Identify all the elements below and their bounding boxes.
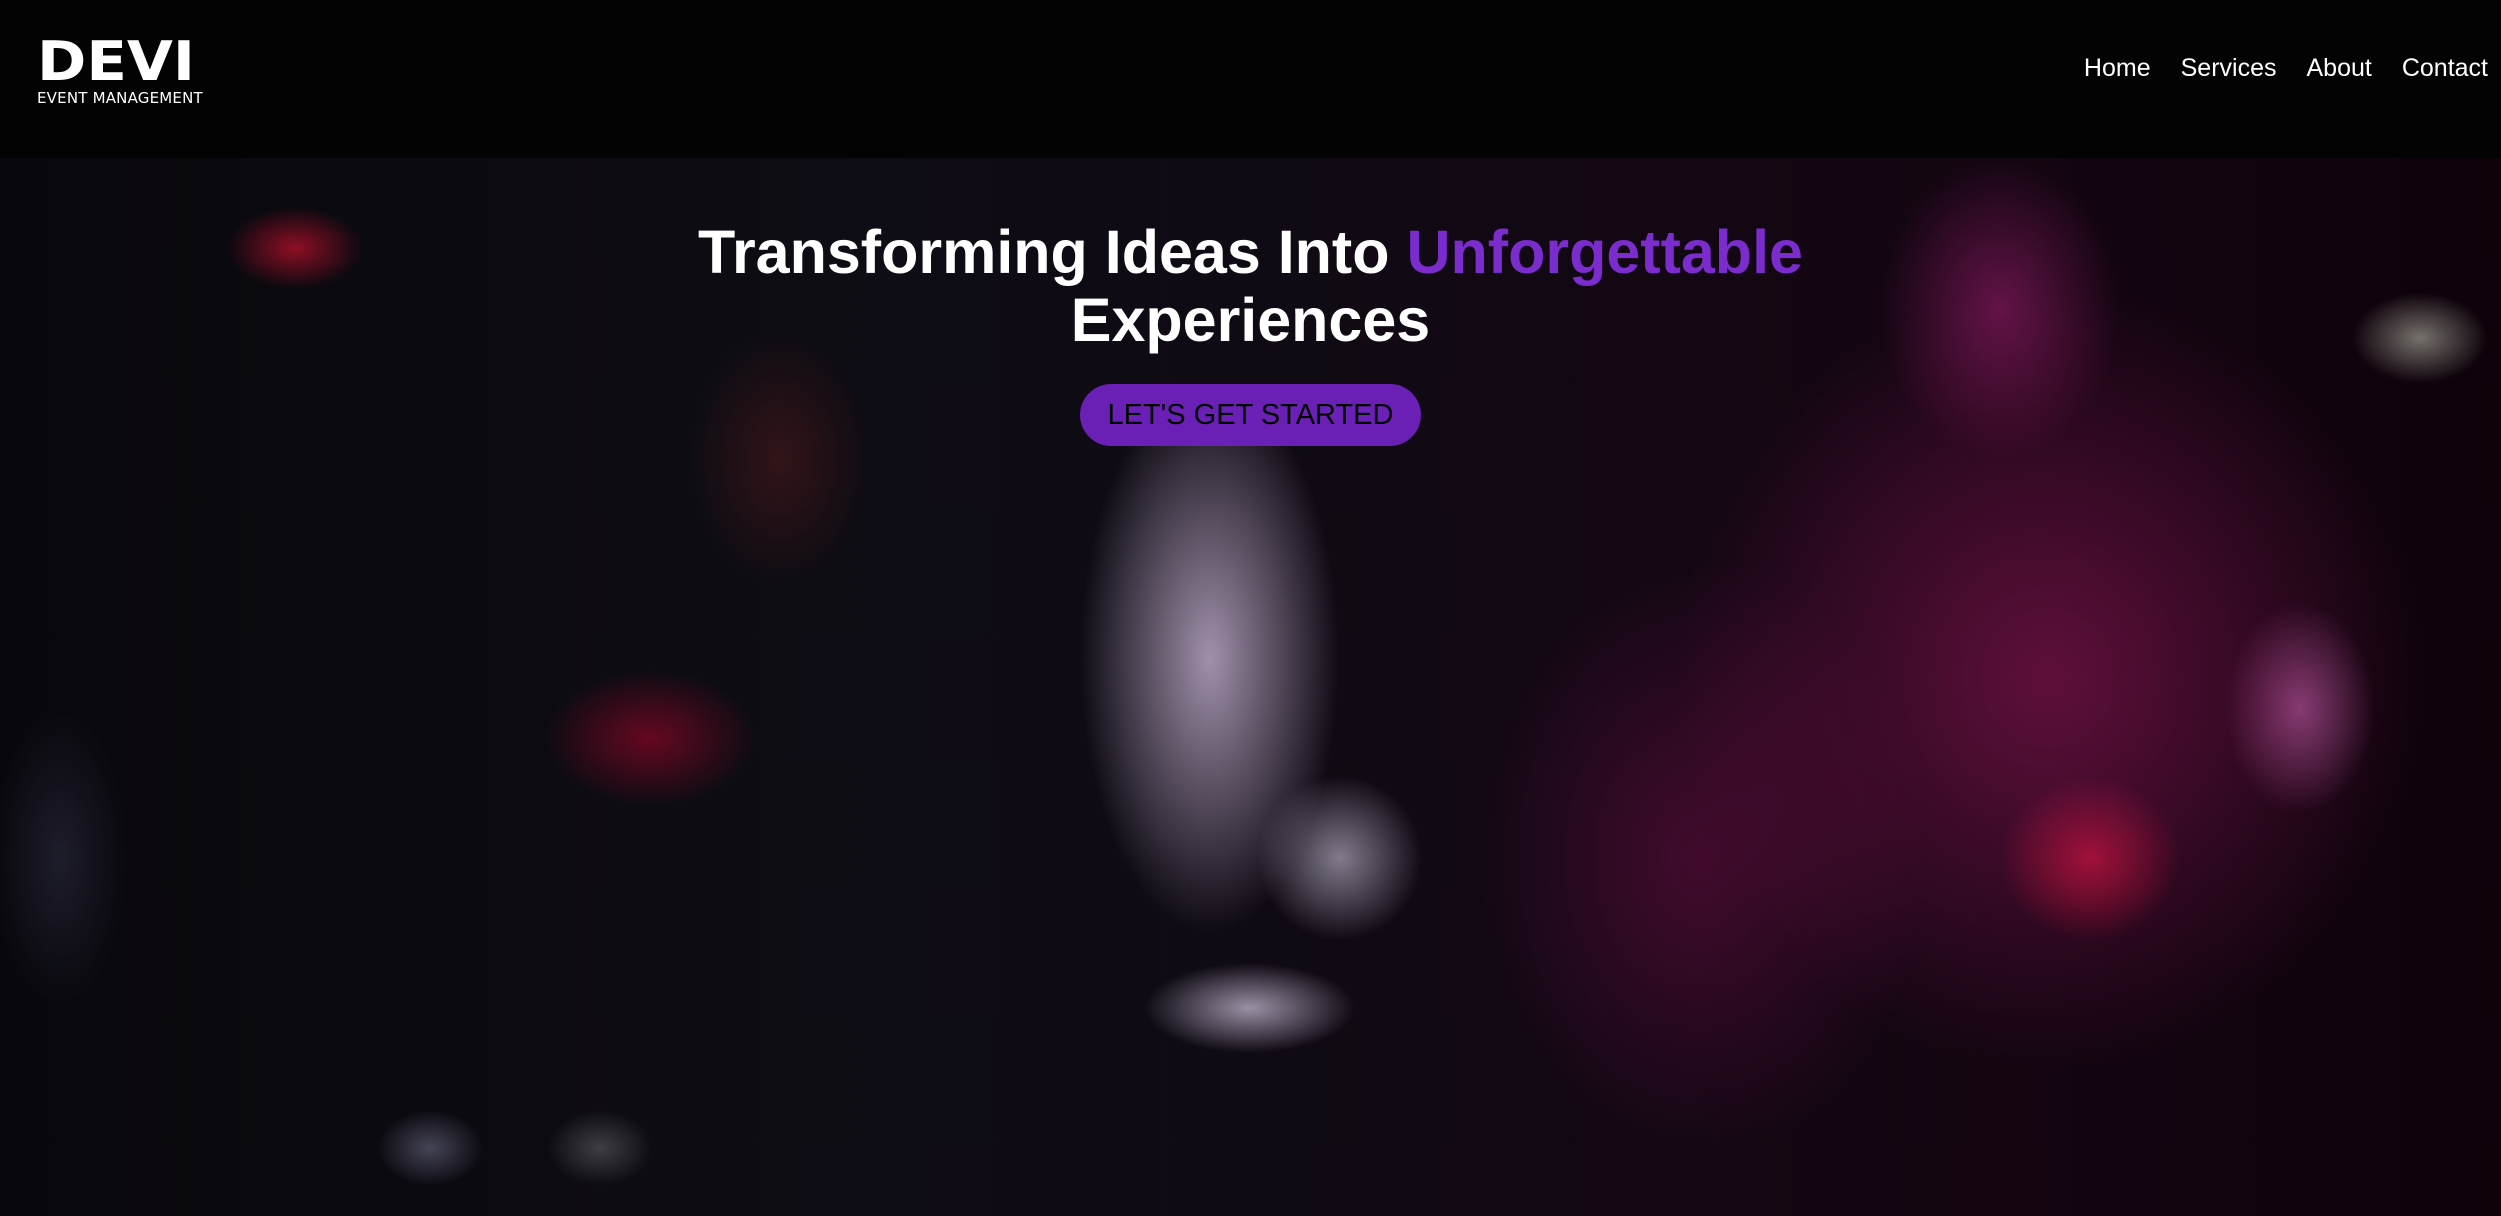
hero-title: Transforming Ideas Into Unforgettable Exp… [0, 218, 2501, 354]
hero-title-part1: Transforming Ideas Into [698, 218, 1407, 286]
nav-services[interactable]: Services [2181, 52, 2277, 84]
logo-subtitle: EVENT MANAGEMENT [37, 89, 203, 107]
hero-section: Transforming Ideas Into Unforgettable Exp… [0, 158, 2501, 1216]
nav-home[interactable]: Home [2084, 52, 2151, 84]
logo-mark: DEVI [37, 36, 195, 84]
main-nav: Home Services About Contact [2054, 52, 2488, 84]
hero-title-accent: Unforgettable [1406, 218, 1803, 286]
hero-content: Transforming Ideas Into Unforgettable Exp… [0, 218, 2501, 446]
get-started-button[interactable]: LET'S GET STARTED [1079, 384, 1422, 446]
logo-text: DEVI [37, 36, 195, 84]
logo[interactable]: DEVI EVENT MANAGEMENT [37, 36, 203, 110]
site-header: DEVI EVENT MANAGEMENT Home Services Abou… [0, 0, 2501, 158]
nav-contact[interactable]: Contact [2402, 52, 2488, 84]
nav-about[interactable]: About [2306, 52, 2371, 84]
hero-title-part2: Experiences [1070, 286, 1431, 354]
